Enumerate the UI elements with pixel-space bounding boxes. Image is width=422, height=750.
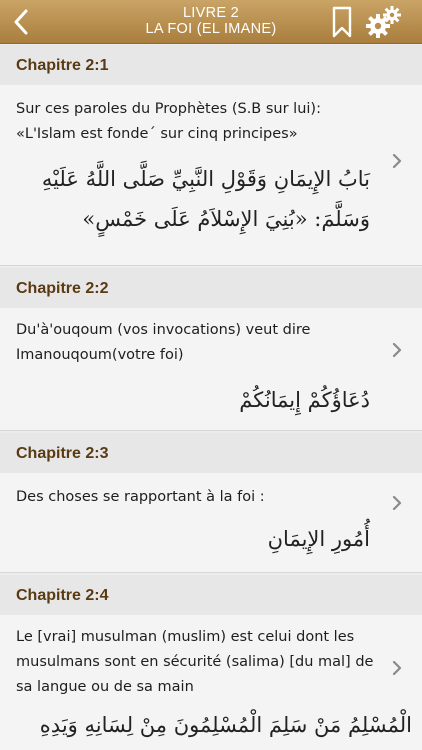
bookmark-icon	[332, 6, 352, 38]
french-text: Des choses se rapportant à la foi :	[16, 489, 265, 505]
bookmark-button[interactable]	[330, 6, 354, 38]
chapter-header: Chapitre 2:2	[0, 268, 422, 308]
chapter-body: Le [vrai] musulman (muslim) est celui do…	[0, 615, 422, 750]
chevron-right-icon	[392, 661, 402, 675]
chapter-header: Chapitre 2:3	[0, 433, 422, 473]
settings-button[interactable]	[364, 4, 404, 40]
french-text: Du'à'ouqoum (vos invocations) veut dire …	[16, 322, 311, 363]
list-item-chapter-2-4[interactable]: Chapitre 2:4 Le [vrai] musulman (muslim)…	[0, 575, 422, 750]
arabic-text: أُمُورِ الإِيمَانِ	[267, 527, 370, 551]
chapter-header: Chapitre 2:1	[0, 45, 422, 85]
list-item-chapter-2-1[interactable]: Chapitre 2:1 Sur ces paroles du Prophète…	[0, 45, 422, 266]
chapter-title: Chapitre 2:4	[16, 587, 109, 604]
back-button[interactable]	[6, 6, 36, 38]
chapter-title: Chapitre 2:1	[16, 57, 109, 74]
nav-bar: LIVRE 2 LA FOI (EL IMANE)	[0, 0, 422, 44]
list-item-chapter-2-3[interactable]: Chapitre 2:3 Des choses se rapportant à …	[0, 433, 422, 573]
chapter-body: Du'à'ouqoum (vos invocations) veut dire …	[0, 308, 422, 431]
chevron-right-icon	[392, 496, 402, 510]
arabic-text: بَابُ الإِيمَانِ وَقَوْلِ النَّبِيِّ صَل…	[41, 167, 370, 231]
list-item-chapter-2-2[interactable]: Chapitre 2:2 Du'à'ouqoum (vos invocation…	[0, 268, 422, 431]
arabic-text: دُعَاؤُكُمْ إِيمَانُكُمْ	[239, 388, 370, 412]
gears-icon	[366, 6, 401, 38]
chapter-title: Chapitre 2:3	[16, 445, 109, 462]
title-line2: LA FOI (EL IMANE)	[145, 21, 277, 37]
arabic-text: الْمُسْلِمُ مَنْ سَلِمَ الْمُسْلِمُونَ م…	[39, 713, 412, 737]
chapter-header: Chapitre 2:4	[0, 575, 422, 615]
chapter-body: Des choses se rapportant à la foi : أُمُ…	[0, 473, 422, 573]
chevron-left-icon	[14, 9, 28, 35]
chevron-right-icon	[392, 154, 402, 168]
french-text: Le [vrai] musulman (muslim) est celui do…	[16, 629, 374, 695]
chapter-title: Chapitre 2:2	[16, 280, 109, 297]
chevron-right-icon	[392, 343, 402, 357]
title-line1: LIVRE 2	[182, 5, 240, 21]
french-text: Sur ces paroles du Prophètes (S.B sur lu…	[16, 101, 321, 142]
chapter-body: Sur ces paroles du Prophètes (S.B sur lu…	[0, 85, 422, 266]
page-title: LIVRE 2 LA FOI (EL IMANE)	[90, 5, 332, 37]
